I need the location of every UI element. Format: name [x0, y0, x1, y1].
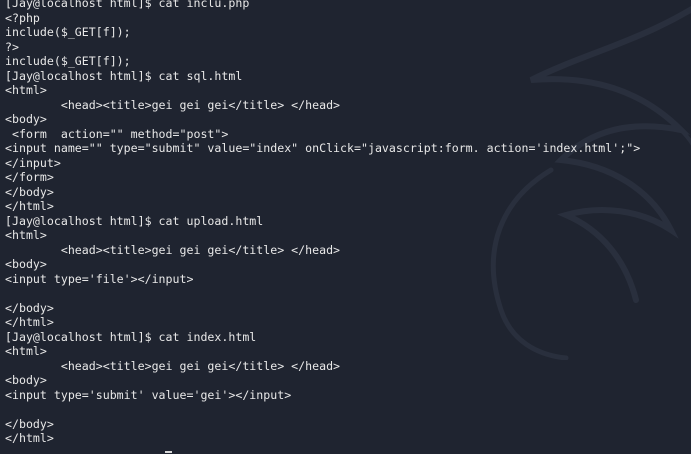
output-line: </input>: [5, 155, 61, 170]
output-line: <body>: [5, 112, 47, 126]
prompt-line: [Jay@localhost html]$ cat inclu.php: [5, 0, 250, 10]
output-line: </body>: [5, 416, 54, 431]
output-line: <head><title>gei gei gei</title> </head>: [5, 358, 341, 373]
prompt-line: [Jay@localhost html]$ cat index.html: [5, 329, 257, 344]
output-line: ?>: [5, 39, 19, 54]
text-cursor: [165, 451, 172, 453]
output-line: </html>: [5, 431, 54, 445]
prompt-line: [Jay@localhost html]$ cat upload.html: [5, 213, 264, 228]
output-line: include($_GET[f]);: [5, 25, 131, 39]
terminal-output: [Jay@localhost html]$ cat inclu.php <?ph…: [5, 0, 691, 446]
output-line: <html>: [5, 344, 47, 358]
prompt-line: [Jay@localhost html]$ cat sql.html: [5, 68, 243, 83]
output-line: <html>: [5, 83, 47, 97]
output-line: <input type='submit' value='gei'></input…: [5, 387, 292, 402]
terminal-window[interactable]: [Jay@localhost html]$ cat inclu.php <?ph…: [0, 0, 691, 454]
output-line: </body>: [5, 300, 54, 315]
output-line: <html>: [5, 228, 47, 242]
output-line: <form action="" method="post">: [5, 126, 229, 141]
output-line: <body>: [5, 257, 47, 271]
output-line: <head><title>gei gei gei</title> </head>: [5, 242, 341, 257]
output-line: <body>: [5, 373, 47, 387]
output-line: </html>: [5, 199, 54, 213]
output-line: <input type='file'></input>: [5, 271, 194, 286]
output-line: </form>: [5, 170, 54, 184]
output-line: </html>: [5, 315, 54, 329]
output-line: </body>: [5, 184, 54, 199]
output-line: include($_GET[f]);: [5, 54, 131, 68]
output-line: <head><title>gei gei gei</title> </head>: [5, 97, 341, 112]
output-line: <?php: [5, 10, 40, 25]
output-line: <input name="" type="submit" value="inde…: [5, 141, 641, 155]
